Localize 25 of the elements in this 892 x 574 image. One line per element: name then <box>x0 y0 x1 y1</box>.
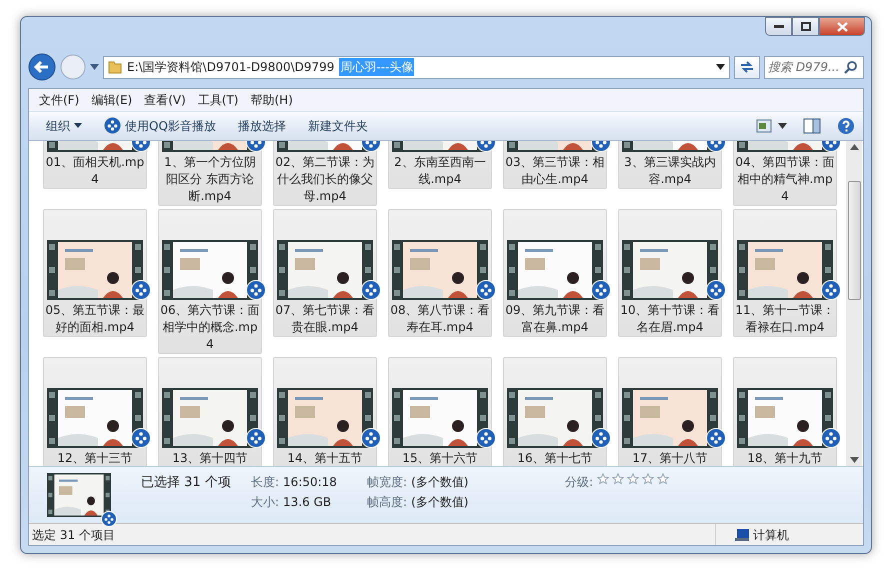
field-value: 13.6 GB <box>283 494 332 512</box>
field-value: (多个数值) <box>411 474 470 492</box>
selection-summary: 已选择 31 个项 <box>141 474 232 492</box>
address-field[interactable]: E:\国学资料馆\D9701-D9800\D9799 周心羽---头像 <box>103 56 730 78</box>
field-label: 大小: <box>251 494 280 512</box>
field-label: 长度: <box>251 474 280 492</box>
menu-item[interactable]: 工具(T) <box>192 90 244 109</box>
menu-item[interactable]: 查看(V) <box>138 90 192 109</box>
field-value: (多个数值) <box>411 494 470 512</box>
status-text: 选定 31 个项目 <box>31 526 116 544</box>
address-path: E:\国学资料馆\D9701-D9800\D9799 <box>127 59 334 76</box>
toolbar-button[interactable]: 组织 <box>37 114 91 137</box>
toolbar-button[interactable]: 新建文件夹 <box>298 114 377 137</box>
toolbar-button[interactable]: 使用QQ影音播放 <box>95 114 225 137</box>
rating-label: 分级: <box>565 474 594 492</box>
toolbar-button[interactable]: 播放选择 <box>228 114 295 137</box>
selected-path-text: 周心羽---头像 <box>339 58 414 76</box>
field-value: 16:50:18 <box>283 474 338 492</box>
field-label: 帧高度: <box>367 494 408 512</box>
menu-item[interactable]: 文件(F) <box>33 90 86 109</box>
location-label: 计算机 <box>753 526 789 544</box>
search-field[interactable]: 搜索 D979... <box>764 56 864 78</box>
menu-item[interactable]: 编辑(E) <box>85 90 138 109</box>
menu-item[interactable]: 帮助(H) <box>244 90 299 109</box>
field-label: 帧宽度: <box>367 474 408 492</box>
